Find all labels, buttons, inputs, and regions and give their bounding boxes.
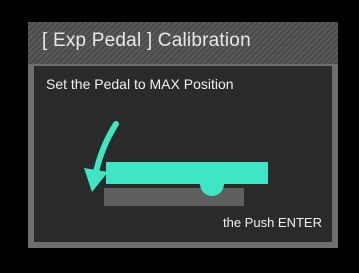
expression-pedal-icon [104, 162, 268, 206]
title-bar: [ Exp Pedal ] Calibration [28, 22, 338, 64]
instruction-text: Set the Pedal to MAX Position [46, 76, 234, 92]
enter-prompt: the Push ENTER [223, 215, 322, 230]
content-panel: Set the Pedal to MAX Position the Push E… [34, 66, 332, 242]
pedal-diagram [84, 121, 268, 206]
device-screen: [ Exp Pedal ] Calibration Set the Pedal … [0, 0, 359, 273]
calibration-dialog: [ Exp Pedal ] Calibration Set the Pedal … [28, 22, 338, 248]
dialog-title: [ Exp Pedal ] Calibration [42, 30, 251, 51]
